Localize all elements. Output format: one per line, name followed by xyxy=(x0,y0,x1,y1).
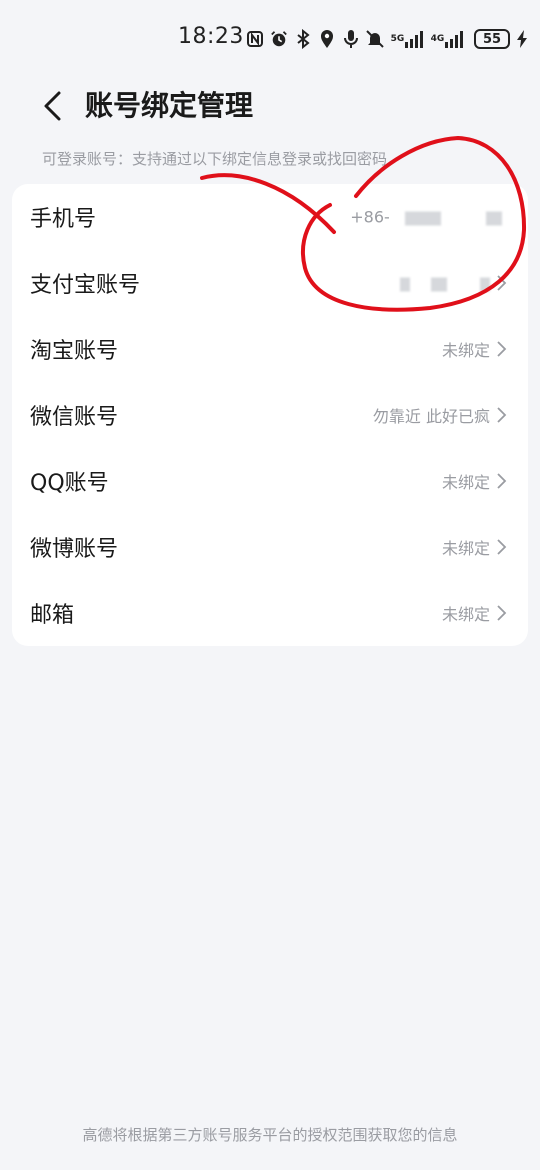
page-title: 账号绑定管理 xyxy=(85,89,254,122)
phone-prefix: +86- xyxy=(350,207,390,227)
status-bar: 18:23 5G 4G 55 xyxy=(0,0,540,78)
row-label: 手机号 xyxy=(30,207,97,232)
row-phone[interactable]: 手机号 +86- xyxy=(12,184,528,250)
row-label: 淘宝账号 xyxy=(30,339,119,364)
chevron-right-icon xyxy=(497,341,507,357)
back-arrow-icon xyxy=(44,91,61,121)
row-value: 勿靠近 此好已疯 xyxy=(372,407,490,426)
row-label: 微信账号 xyxy=(30,405,119,430)
row-value: 未绑定 xyxy=(441,539,490,558)
row-qq[interactable]: QQ账号 未绑定 xyxy=(12,448,528,514)
charging-icon xyxy=(516,29,528,49)
account-list: 手机号 +86- 支付宝账号 淘宝账号 未绑定 微信账号 勿靠近 此好已疯 QQ… xyxy=(12,184,528,646)
header: 账号绑定管理 xyxy=(0,78,540,134)
chevron-right-icon xyxy=(497,539,507,555)
chevron-right-icon xyxy=(497,407,507,423)
signal-sim1-icon: 5G xyxy=(390,29,424,49)
row-label: QQ账号 xyxy=(30,471,109,496)
nfc-icon xyxy=(246,29,264,49)
chevron-right-icon xyxy=(497,275,507,291)
redacted-phone xyxy=(404,211,441,225)
row-taobao[interactable]: 淘宝账号 未绑定 xyxy=(12,316,528,382)
redacted-alipay-1 xyxy=(399,277,410,291)
row-email[interactable]: 邮箱 未绑定 xyxy=(12,580,528,646)
redacted-alipay-3 xyxy=(480,277,490,291)
bluetooth-icon xyxy=(294,29,312,49)
alarm-icon xyxy=(270,29,288,49)
microphone-icon xyxy=(342,29,360,49)
sim1-label: 5G xyxy=(390,33,405,44)
chevron-right-icon xyxy=(497,473,507,489)
row-value: +86- xyxy=(350,208,502,227)
row-label: 支付宝账号 xyxy=(30,273,141,298)
row-alipay[interactable]: 支付宝账号 xyxy=(12,250,528,316)
back-button[interactable] xyxy=(32,84,72,128)
row-value: 未绑定 xyxy=(441,341,490,360)
location-icon xyxy=(318,29,336,49)
row-value xyxy=(399,274,490,293)
row-weibo[interactable]: 微博账号 未绑定 xyxy=(12,514,528,580)
row-value: 未绑定 xyxy=(441,605,490,624)
mute-bell-icon xyxy=(366,29,384,49)
redacted-alipay-2 xyxy=(430,277,447,291)
redacted-phone-end xyxy=(486,211,502,225)
battery-icon: 55 xyxy=(474,29,510,49)
login-hint: 可登录账号：支持通过以下绑定信息登录或找回密码 xyxy=(42,150,388,168)
chevron-right-icon xyxy=(497,605,507,621)
status-time: 18:23 xyxy=(178,24,244,49)
row-label: 微博账号 xyxy=(30,537,119,562)
sim2-label: 4G xyxy=(430,33,445,44)
row-value: 未绑定 xyxy=(441,473,490,492)
row-label: 邮箱 xyxy=(30,603,75,628)
row-wechat[interactable]: 微信账号 勿靠近 此好已疯 xyxy=(12,382,528,448)
status-icons: 5G 4G 55 xyxy=(246,26,528,52)
footer-note: 高德将根据第三方账号服务平台的授权范围获取您的信息 xyxy=(82,1126,458,1144)
signal-sim2-icon: 4G xyxy=(430,29,464,49)
